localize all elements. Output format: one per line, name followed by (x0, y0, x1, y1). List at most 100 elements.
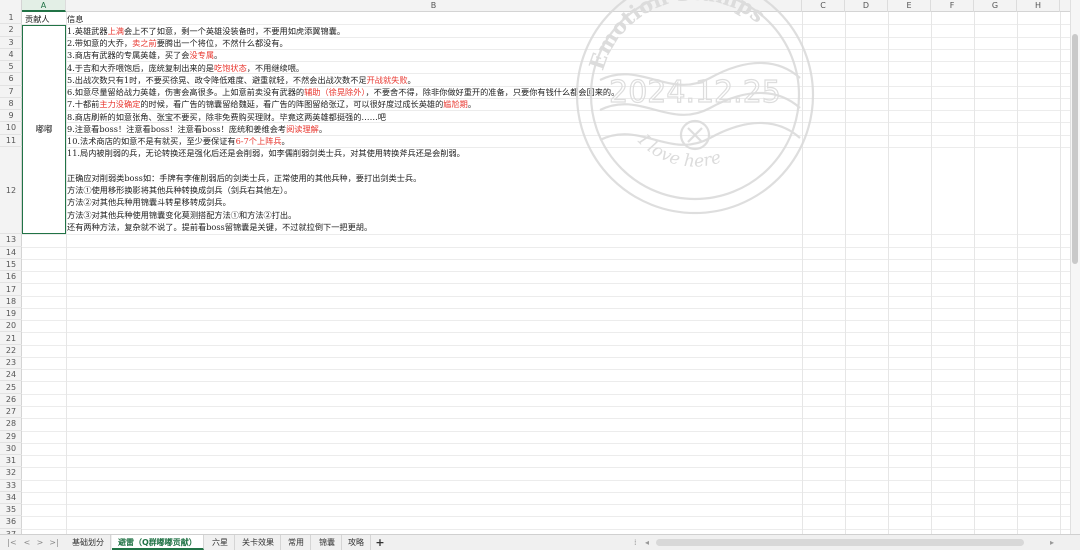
row-gridline (22, 528, 1070, 530)
info-line[interactable]: 6.如意尽量留给战力英雄，伤害会高很多。上如意前卖没有武器的辅助（徐晃除外），不… (67, 86, 619, 98)
vertical-scrollbar[interactable] (1070, 0, 1080, 534)
row-header-17[interactable]: 17 (0, 283, 22, 296)
row-header-15[interactable]: 15 (0, 259, 22, 272)
row-header-10[interactable]: 10 (0, 122, 22, 135)
row-header-34[interactable]: 34 (0, 492, 22, 505)
row-header-23[interactable]: 23 (0, 357, 22, 370)
info-line[interactable]: 正确应对削弱类boss如：手牌有李傕削弱后的剑类士兵，正常使用的其他兵种，要打出… (67, 172, 421, 184)
info-line[interactable]: 1.英雄武器上满会上不了如意，剩一个英雄没装备时，不要用如虎添翼锦囊。 (67, 25, 345, 37)
vertical-scroll-thumb[interactable] (1072, 34, 1078, 264)
row-header-36[interactable]: 36 (0, 516, 22, 529)
horizontal-scroll-thumb[interactable] (656, 539, 1024, 546)
last-sheet-icon[interactable]: >| (48, 537, 60, 549)
line-text: ，不要舍不得，除非你做好重开的准备，只要你有钱什么都会回来的。 (365, 87, 620, 98)
row-header-31[interactable]: 31 (0, 455, 22, 468)
column-header-h[interactable]: H (1017, 0, 1060, 12)
info-line[interactable]: 方法③对其他兵种使用锦囊变化莫测搭配方法①和方法②打出。 (67, 209, 296, 221)
row-gridline (22, 442, 1070, 444)
row-header-27[interactable]: 27 (0, 406, 22, 419)
row-header-35[interactable]: 35 (0, 504, 22, 517)
column-header-d[interactable]: D (845, 0, 888, 12)
row-gridline (22, 418, 1070, 420)
info-line[interactable]: 3.商店有武器的专属英雄，买了会没专属。 (67, 49, 222, 61)
sheet-tab[interactable]: 攻略 (342, 535, 371, 550)
info-line[interactable]: 11.局内被削弱的兵，无论转换还是强化后还是会削弱，如李儒削弱剑类士兵，对其使用… (67, 147, 465, 159)
row-header-6[interactable]: 6 (0, 73, 22, 86)
row-header-8[interactable]: 8 (0, 98, 22, 111)
row-header-4[interactable]: 4 (0, 49, 22, 62)
line-text: 方法③对其他兵种使用锦囊变化莫测搭配方法①和方法②打出。 (67, 209, 297, 220)
column-gridline (931, 12, 932, 534)
sheet-tab[interactable]: 锦囊 (313, 535, 342, 550)
row-header-29[interactable]: 29 (0, 431, 22, 443)
spreadsheet-grid: ABCDEFGH 1 2 3 4 5 6 7 8 9 10 11 12 13 14 15 16 17 18 19 20… (0, 0, 1080, 534)
info-line[interactable]: 还有两种方法，复杂就不说了。提前看boss留锦囊是关键，不过就拉倒下一把更胡。 (67, 221, 372, 233)
info-line[interactable]: 9.注意看boss！注意看boss！注意看boss！庞统和姜维会考阅读理解。 (67, 123, 327, 135)
row-header-24[interactable]: 24 (0, 369, 22, 382)
next-sheet-icon[interactable]: > (34, 537, 46, 549)
row-header-12[interactable]: 12 (0, 147, 22, 235)
line-text: ，不用继续喂。 (246, 62, 305, 73)
sheet-tab[interactable]: 避雷（Q群嘟嘟贡献） (112, 535, 204, 550)
column-header-g[interactable]: G (974, 0, 1017, 12)
sheet-tab-bar: |< < > >| 基础划分 避雷（Q群嘟嘟贡献） 六星 关卡效果 常用 锦囊 攻略 + ⁞… (0, 534, 1080, 550)
row-header-22[interactable]: 22 (0, 345, 22, 357)
info-line[interactable]: 7.十都前主力没确定的时候，看广告的锦囊留给魏延，看广告的阵图留给张辽，可以很好… (67, 98, 476, 110)
scroll-left-icon[interactable]: ◂ (645, 535, 649, 550)
line-text: 9.注意看boss！注意看boss！注意看boss！庞统和姜维会考 (67, 123, 287, 134)
cell-b1-header[interactable]: 信息 (67, 13, 83, 25)
column-header-b[interactable]: B (66, 0, 802, 12)
line-text: 的时候，看广告的锦囊留给魏延，看广告的阵图留给张辽，可以很好度过成长英雄的 (140, 99, 444, 110)
info-line[interactable]: 方法②对其他兵种用锦囊斗转星移转成剑兵。 (67, 196, 231, 208)
row-header-33[interactable]: 33 (0, 480, 22, 492)
row-header-11[interactable]: 11 (0, 135, 22, 147)
sheet-tab[interactable]: 关卡效果 (236, 535, 281, 550)
row-gridline (22, 504, 1070, 506)
row-header-19[interactable]: 19 (0, 308, 22, 321)
row-header-28[interactable]: 28 (0, 418, 22, 431)
info-line[interactable]: 5.出战次数只有1时，不要买徐晃、政令降低难度、避重就轻，不然会出战次数不足开战… (67, 74, 416, 86)
column-header-e[interactable]: E (888, 0, 931, 12)
sheet-tab[interactable]: 基础划分 (66, 535, 111, 550)
row-header-2[interactable]: 2 (0, 24, 22, 37)
info-line[interactable]: 方法①使用移形换影将其他兵种转换成剑兵（剑兵右其他左）。 (67, 184, 292, 196)
row-header-30[interactable]: 30 (0, 443, 22, 456)
row-header-14[interactable]: 14 (0, 247, 22, 259)
row-header-26[interactable]: 26 (0, 394, 22, 406)
row-header-3[interactable]: 3 (0, 37, 22, 49)
prev-sheet-icon[interactable]: < (21, 537, 33, 549)
tab-split-handle-icon[interactable]: ⁞ (634, 535, 644, 550)
scroll-right-icon[interactable]: ▸ (1050, 535, 1054, 550)
contributor-name: 嘟嘟 (35, 125, 53, 136)
info-line[interactable]: 8.商店刷新的如意张角、张宝不要买，除非免费购买理财。毕竟这两英雄都挺强的……吧 (67, 111, 386, 123)
row-header-13[interactable]: 13 (0, 234, 22, 247)
sheet-tab[interactable]: 常用 (282, 535, 311, 550)
contributor-cell[interactable]: 嘟嘟 (22, 24, 66, 234)
row-header-7[interactable]: 7 (0, 86, 22, 98)
column-header-a[interactable]: A (22, 0, 66, 12)
row-header-32[interactable]: 32 (0, 467, 22, 480)
row-gridline (22, 356, 1070, 358)
row-header-18[interactable]: 18 (0, 296, 22, 308)
info-line[interactable]: 4.于吉和大乔喂饱后，庞统复制出来的是吃饱状态，不用继续喂。 (67, 62, 304, 74)
info-line[interactable]: 2.带如意的大乔，卖之前要腾出一个将位，不然什么都没有。 (67, 37, 288, 49)
column-gridline (1017, 12, 1018, 534)
column-header-f[interactable]: F (931, 0, 974, 12)
cell-a1-header[interactable]: 贡献人 (25, 13, 50, 25)
column-header-c[interactable]: C (802, 0, 845, 12)
first-sheet-icon[interactable]: |< (6, 537, 18, 549)
row-header-1[interactable]: 1 (0, 12, 22, 25)
row-header-20[interactable]: 20 (0, 320, 22, 333)
info-line[interactable]: 10.法术商店的如意不是有就买，至少要保证有6-7个上阵兵。 (67, 135, 290, 147)
row-header-25[interactable]: 25 (0, 381, 22, 394)
select-all-corner[interactable] (0, 0, 22, 12)
line-text: 方法②对其他兵种用锦囊斗转星移转成剑兵。 (67, 197, 231, 208)
add-sheet-button[interactable]: + (373, 535, 387, 550)
row-header-9[interactable]: 9 (0, 110, 22, 123)
row-header-21[interactable]: 21 (0, 332, 22, 345)
row-header-5[interactable]: 5 (0, 61, 22, 74)
line-text: 10.法术商店的如意不是有就买，至少要保证有 (67, 136, 236, 147)
sheet-tab[interactable]: 六星 (206, 535, 235, 550)
row-header-16[interactable]: 16 (0, 271, 22, 284)
highlight-text: 吃饱状态 (214, 62, 247, 73)
